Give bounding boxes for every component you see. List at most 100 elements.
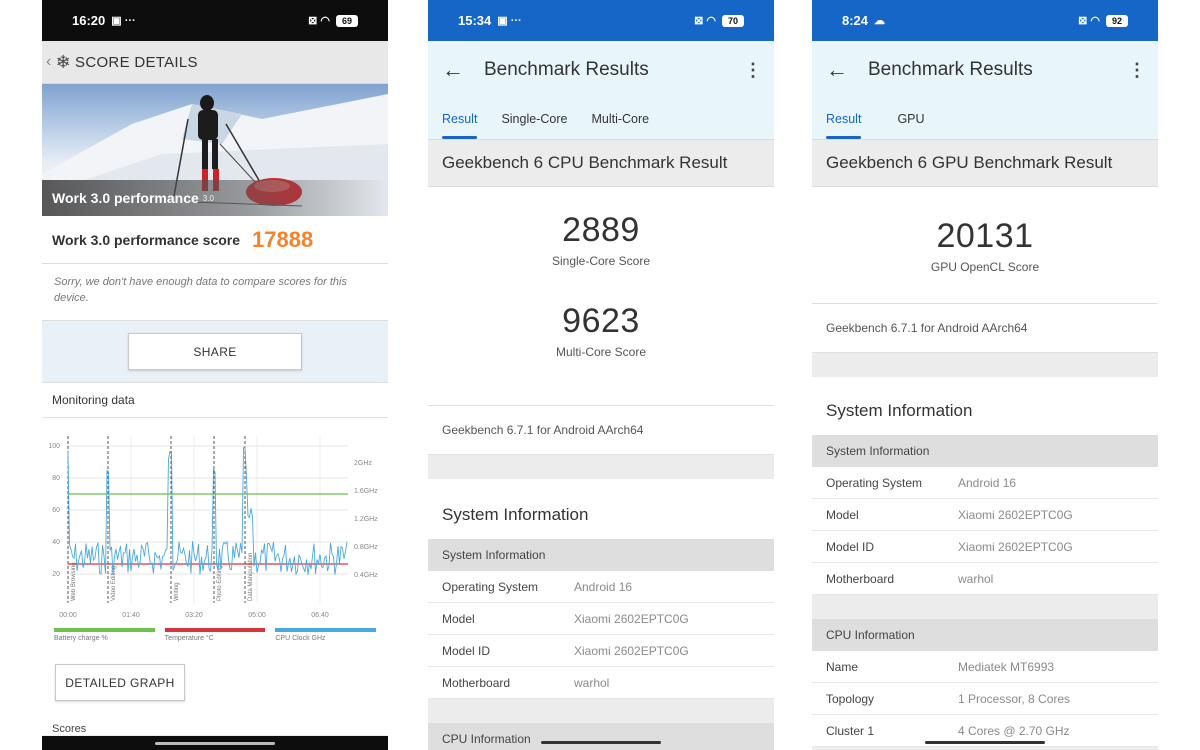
version-row: Geekbench 6.7.1 for Android AArch64 bbox=[428, 406, 774, 455]
monitoring-graph-svg: 100 80 60 40 20 2GHz 1.6GHz 1.2GHz 0.8GHz 0.4GHz 0… bbox=[48, 436, 378, 619]
battery-icon: 70 bbox=[722, 14, 744, 27]
multi-core-label: Multi-Core Score bbox=[555, 345, 647, 359]
section-title: Geekbench 6 CPU Benchmark Result bbox=[428, 140, 774, 187]
y-tick-label: 80 bbox=[52, 475, 60, 482]
info-row: Model Xiaomi 2602EPTC0G bbox=[812, 499, 1158, 531]
hero-version: 3.0 bbox=[202, 193, 214, 203]
multi-core-score: 9623 bbox=[562, 302, 640, 340]
y-tick-label: 40 bbox=[52, 539, 60, 546]
marker-label: Data Manipulation bbox=[248, 553, 254, 601]
info-row: Model ID Xiaomi 2602EPTC0G bbox=[812, 531, 1158, 563]
share-zone: SHARE bbox=[42, 321, 388, 382]
x-tick-label: 06:40 bbox=[311, 612, 329, 619]
info-row: Model ID Xiaomi 2602EPTC0G bbox=[428, 635, 774, 667]
monitoring-title: Monitoring data bbox=[42, 383, 388, 418]
cpu-clock-line bbox=[67, 445, 348, 576]
back-icon[interactable]: ‹ bbox=[46, 53, 52, 71]
y2-tick-label: 1.2GHz bbox=[354, 516, 378, 523]
phone-geekbench-cpu: 15:34 ▣ ··· ⊠ ◠ 70 ← Benchmark Results ⋮… bbox=[428, 0, 774, 750]
y-tick-label: 100 bbox=[48, 443, 60, 450]
tab-gpu[interactable]: GPU bbox=[897, 99, 924, 139]
info-row: Operating System Android 16 bbox=[428, 571, 774, 603]
system-info-title: System Information bbox=[428, 479, 774, 539]
wifi-icon: ⊠ ◠ bbox=[1078, 15, 1100, 27]
tab-result[interactable]: Result bbox=[442, 99, 478, 139]
app-title: Benchmark Results bbox=[484, 59, 649, 80]
more-options-icon[interactable]: ⋮ bbox=[744, 60, 762, 81]
tab-multi-core[interactable]: Multi-Core bbox=[591, 99, 649, 139]
battery-icon: 69 bbox=[336, 14, 358, 27]
detailed-graph-button[interactable]: DETAILED GRAPH bbox=[55, 664, 185, 701]
app-bar: ← Benchmark Results ⋮ Result Single-Core… bbox=[428, 41, 774, 140]
monitoring-graph[interactable]: 100 80 60 40 20 2GHz 1.6GHz 1.2GHz 0.8GHz 0.4GHz 0… bbox=[42, 418, 388, 628]
hero-image: Work 3.0 performance 3.0 bbox=[42, 84, 388, 216]
tab-single-core[interactable]: Single-Core bbox=[501, 99, 567, 139]
status-time: 8:24 bbox=[842, 13, 869, 28]
status-time: 16:20 bbox=[72, 13, 106, 28]
back-arrow-icon[interactable]: ← bbox=[826, 57, 848, 83]
cpu-info-subheader: CPU Information bbox=[812, 619, 1158, 651]
single-core-label: Single-Core Score bbox=[551, 254, 651, 268]
battery-icon: 92 bbox=[1106, 14, 1128, 27]
marker-label: Writing bbox=[174, 582, 180, 601]
tab-bar: Result Single-Core Multi-Core bbox=[428, 99, 774, 140]
scores-card: 2889 Single-Core Score 9623 Multi-Core S… bbox=[428, 187, 774, 406]
info-row: Operating System Android 16 bbox=[812, 467, 1158, 499]
y2-tick-label: 2GHz bbox=[354, 460, 372, 467]
compare-message: Sorry, we don't have enough data to comp… bbox=[42, 264, 388, 321]
status-time: 15:34 bbox=[458, 13, 492, 28]
x-tick-label: 01:40 bbox=[122, 612, 140, 619]
score-card: 20131 GPU OpenCL Score bbox=[812, 187, 1158, 304]
score-value: 17888 bbox=[252, 226, 314, 252]
x-tick-label: 05:00 bbox=[248, 612, 266, 619]
app-bar: ← Benchmark Results ⋮ Result GPU bbox=[812, 41, 1158, 140]
x-tick-label: 03:20 bbox=[185, 612, 203, 619]
system-info-subheader: System Information bbox=[812, 435, 1158, 467]
home-indicator[interactable] bbox=[155, 742, 275, 745]
system-info-title: System Information bbox=[812, 377, 1158, 435]
notification-icon: ▣ ··· bbox=[497, 15, 522, 27]
legend-temperature: Temperature °C bbox=[164, 628, 266, 642]
y2-tick-label: 1.6GHz bbox=[354, 488, 378, 495]
system-info-subheader: System Information bbox=[428, 539, 774, 571]
share-button[interactable]: SHARE bbox=[128, 333, 302, 370]
score-box: Work 3.0 performance score 17888 bbox=[42, 216, 388, 264]
page-title: SCORE DETAILS bbox=[75, 53, 198, 71]
info-row: Motherboard warhol bbox=[812, 563, 1158, 595]
app-title: Benchmark Results bbox=[868, 59, 1033, 80]
version-row: Geekbench 6.7.1 for Android AArch64 bbox=[812, 304, 1158, 353]
legend-cpu-clock: CPU Clock GHz bbox=[275, 628, 377, 642]
legend-battery: Battery charge % bbox=[54, 628, 155, 642]
more-options-icon[interactable]: ⋮ bbox=[1128, 60, 1146, 81]
y-tick-label: 20 bbox=[52, 571, 60, 578]
monitoring-panel: Monitoring data 100 80 60 40 20 2GHz 1.6GHz 1.2… bbox=[42, 382, 388, 735]
status-bar: 16:20 ▣ ··· ⊠ ◠ 69 bbox=[42, 0, 388, 41]
y-tick-label: 60 bbox=[52, 507, 60, 514]
phone-3dmark: 16:20 ▣ ··· ⊠ ◠ 69 ‹ ❄ SCORE DETAILS Wor… bbox=[42, 0, 388, 750]
gpu-opencl-label: GPU OpenCL Score bbox=[930, 260, 1040, 274]
cloud-icon: ☁ bbox=[874, 15, 886, 27]
score-label: Work 3.0 performance score bbox=[52, 231, 241, 248]
tab-result[interactable]: Result bbox=[826, 99, 862, 139]
marker-label: Video Editing bbox=[111, 566, 117, 601]
wifi-icon: ⊠ ◠ bbox=[308, 15, 330, 27]
back-arrow-icon[interactable]: ← bbox=[442, 57, 464, 83]
info-row: Model Xiaomi 2602EPTC0G bbox=[428, 603, 774, 635]
cpu-row: Name Mediatek MT6993 bbox=[812, 651, 1158, 683]
info-row: Motherboard warhol bbox=[428, 667, 774, 699]
cpu-row: Topology 1 Processor, 8 Cores bbox=[812, 683, 1158, 715]
gpu-opencl-score: 20131 bbox=[936, 217, 1034, 255]
status-bar: 8:24 ☁ ⊠ ◠ 92 bbox=[812, 0, 1158, 41]
home-indicator[interactable] bbox=[541, 741, 661, 744]
x-tick-label: 00:00 bbox=[59, 612, 77, 619]
single-core-score: 2889 bbox=[562, 211, 640, 249]
graph-legend: Battery charge % Temperature °C CPU Cloc… bbox=[42, 628, 388, 642]
home-indicator[interactable] bbox=[925, 741, 1045, 744]
wifi-icon: ⊠ ◠ bbox=[694, 15, 716, 27]
scores-heading: Scores bbox=[52, 723, 87, 735]
notification-icon: ▣ ··· bbox=[111, 15, 136, 27]
nav-bar bbox=[42, 736, 388, 750]
status-bar: 15:34 ▣ ··· ⊠ ◠ 70 bbox=[428, 0, 774, 41]
snowflake-icon: ❄ bbox=[55, 51, 72, 72]
tab-bar: Result GPU bbox=[812, 99, 1158, 140]
